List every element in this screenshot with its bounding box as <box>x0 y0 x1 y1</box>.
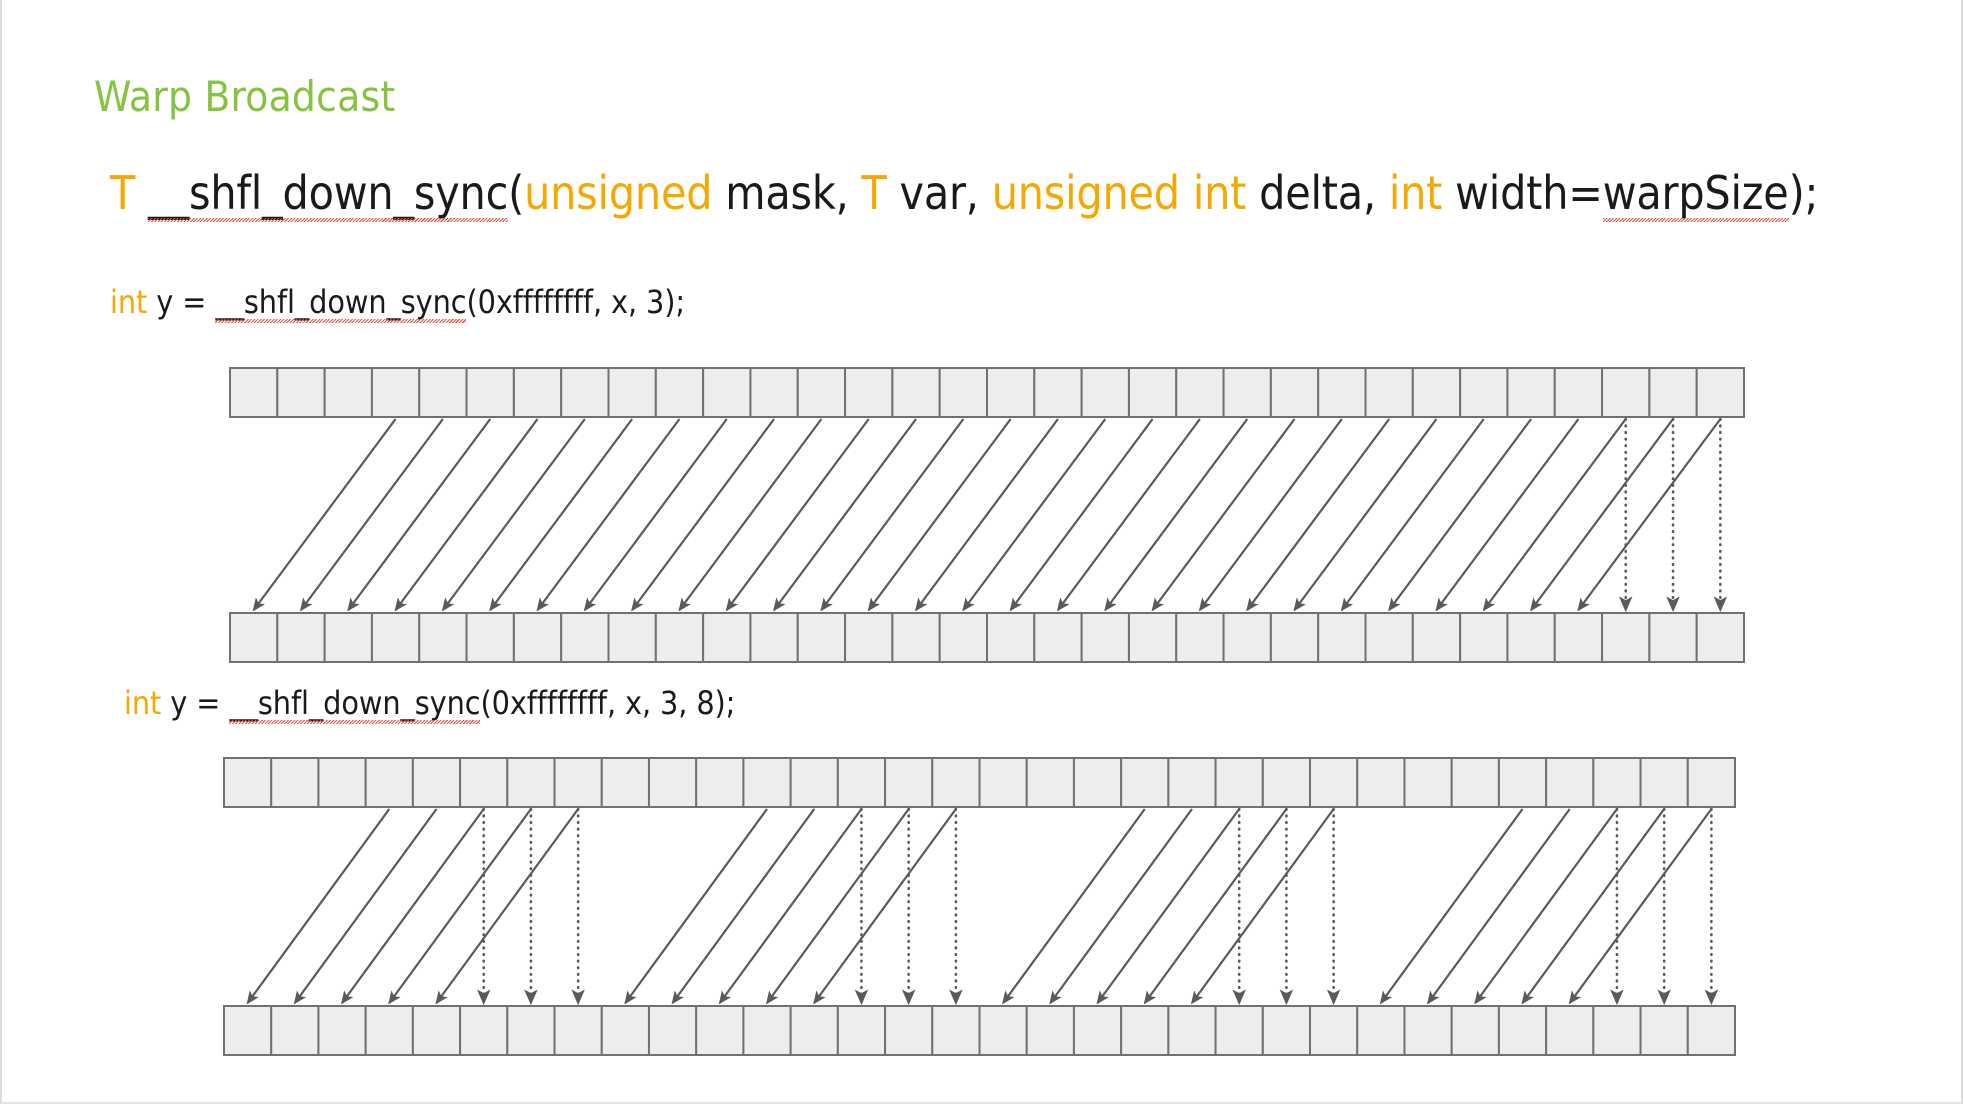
lane-cell <box>600 1005 650 1056</box>
lane-cell <box>742 1005 792 1056</box>
lane-cell <box>1356 1005 1406 1056</box>
lane-cell <box>1450 1005 1500 1056</box>
lane-cell <box>1356 757 1406 808</box>
shuffle-arrow-solid <box>1427 808 1571 1005</box>
lane-cell <box>789 1005 839 1056</box>
lane-cell <box>1639 757 1689 808</box>
shuffle-arrow-solid <box>671 808 816 1005</box>
shuffle-arrow-solid <box>1474 808 1618 1005</box>
diagram-2-source-row <box>223 757 1737 808</box>
warp-shuffle-diagram-width8 <box>2 0 1963 1104</box>
diagram-2-svg <box>223 757 1737 1056</box>
lane-cell <box>647 757 698 808</box>
lane-cell <box>1072 1005 1123 1056</box>
lane-cell <box>364 1005 414 1056</box>
lane-cell <box>506 757 556 808</box>
shuffle-arrow-solid <box>1521 808 1666 1005</box>
lane-cell <box>695 1005 745 1056</box>
lane-cell <box>1686 1005 1737 1056</box>
shuffle-arrow-solid <box>1002 808 1146 1005</box>
lane-cell <box>270 757 320 808</box>
lane-cell <box>1167 757 1217 808</box>
lane-cell <box>1309 1005 1359 1056</box>
lane-cell <box>647 1005 698 1056</box>
shuffle-arrow-solid <box>1568 808 1713 1005</box>
lane-cell <box>695 757 745 808</box>
slide-canvas: Warp Broadcast T __shfl_down_sync(unsign… <box>0 0 1963 1104</box>
lane-cell <box>1497 1005 1548 1056</box>
lane-cell <box>223 757 273 808</box>
lane-cell <box>600 757 650 808</box>
lane-cell <box>317 1005 367 1056</box>
lane-cell <box>1497 757 1548 808</box>
lane-cell <box>1025 1005 1075 1056</box>
lane-cell <box>1309 757 1359 808</box>
lane-cell <box>1686 757 1737 808</box>
lane-cell <box>1261 1005 1312 1056</box>
lane-cell <box>553 1005 603 1056</box>
lane-cell <box>1120 757 1170 808</box>
lane-cell <box>553 757 603 808</box>
lane-cell <box>931 1005 981 1056</box>
lane-cell <box>978 1005 1028 1056</box>
lane-cell <box>742 757 792 808</box>
lane-cell <box>931 757 981 808</box>
lane-cell <box>1403 1005 1453 1056</box>
lane-cell <box>1261 757 1312 808</box>
lane-cell <box>1403 757 1453 808</box>
lane-cell <box>836 757 887 808</box>
lane-cell <box>1592 757 1642 808</box>
lane-cell <box>884 757 934 808</box>
shuffle-arrow-solid <box>813 808 957 1005</box>
diagram-2-dest-row <box>223 1005 1737 1056</box>
lane-cell <box>1025 757 1075 808</box>
lane-cell <box>884 1005 934 1056</box>
lane-cell <box>1214 757 1264 808</box>
lane-cell <box>459 1005 509 1056</box>
lane-cell <box>411 757 462 808</box>
lane-cell <box>1167 1005 1217 1056</box>
shuffle-arrow-solid <box>765 808 910 1005</box>
shuffle-arrow-solid <box>718 808 863 1005</box>
lane-cell <box>978 757 1028 808</box>
lane-cell <box>1639 1005 1689 1056</box>
lane-cell <box>836 1005 887 1056</box>
shuffle-arrow-solid <box>1143 808 1288 1005</box>
lane-cell <box>1214 1005 1264 1056</box>
shuffle-arrow-solid <box>624 808 768 1005</box>
lane-cell <box>1545 757 1595 808</box>
lane-cell <box>1545 1005 1595 1056</box>
shuffle-arrow-solid <box>341 808 485 1005</box>
shuffle-arrow-solid <box>1190 808 1335 1005</box>
lane-cell <box>1072 757 1123 808</box>
lane-cell <box>789 757 839 808</box>
lane-cell <box>1592 1005 1642 1056</box>
lane-cell <box>223 1005 273 1056</box>
lane-cell <box>364 757 414 808</box>
shuffle-arrow-solid <box>1049 808 1193 1005</box>
lane-cell <box>411 1005 462 1056</box>
shuffle-arrow-solid <box>1096 808 1241 1005</box>
lane-cell <box>270 1005 320 1056</box>
lane-cell <box>317 757 367 808</box>
shuffle-arrow-solid <box>246 808 391 1005</box>
shuffle-arrow-solid <box>1379 808 1524 1005</box>
lane-cell <box>1450 757 1500 808</box>
shuffle-arrow-solid <box>435 808 580 1005</box>
shuffle-arrow-solid <box>388 808 532 1005</box>
lane-cell <box>1120 1005 1170 1056</box>
lane-cell <box>459 757 509 808</box>
lane-cell <box>506 1005 556 1056</box>
shuffle-arrow-solid <box>293 808 438 1005</box>
